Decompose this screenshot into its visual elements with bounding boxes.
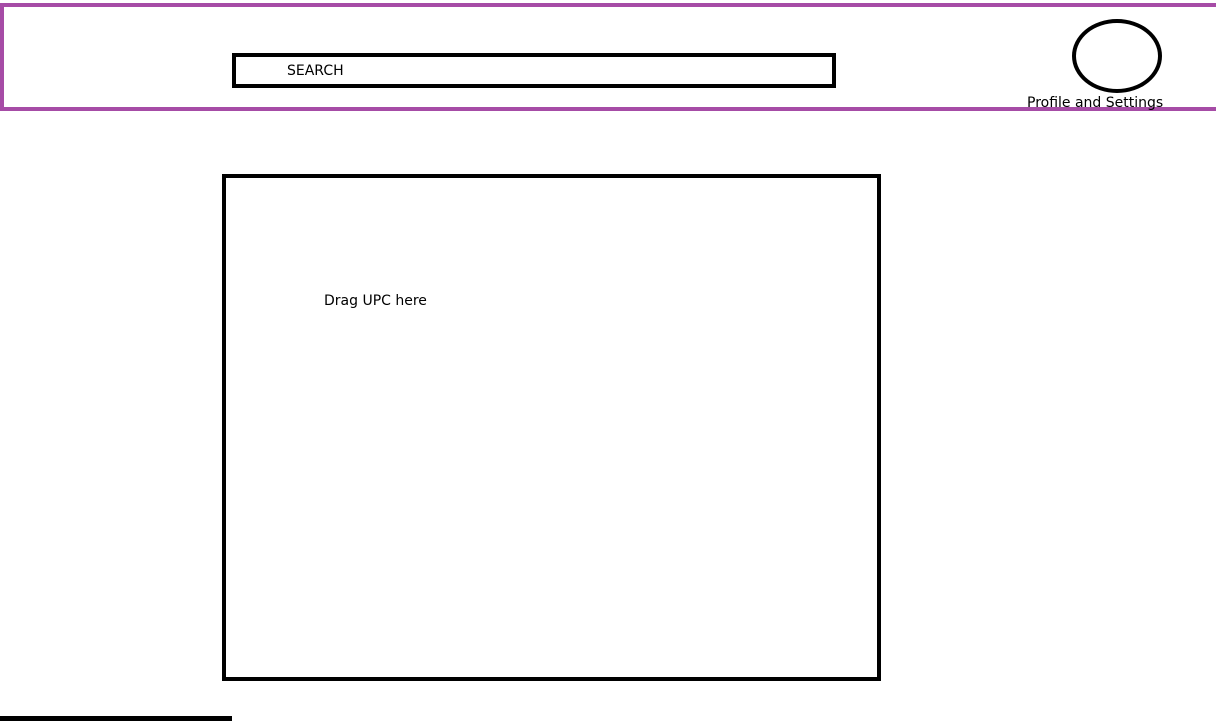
upc-drop-zone[interactable]: Drag UPC here [222,174,881,681]
search-label: SEARCH [287,63,344,79]
bottom-divider [0,716,232,721]
profile-settings-label[interactable]: Profile and Settings [1027,94,1163,112]
search-input[interactable]: SEARCH [232,53,836,88]
profile-avatar-button[interactable] [1072,19,1162,93]
drop-zone-label: Drag UPC here [324,293,427,309]
